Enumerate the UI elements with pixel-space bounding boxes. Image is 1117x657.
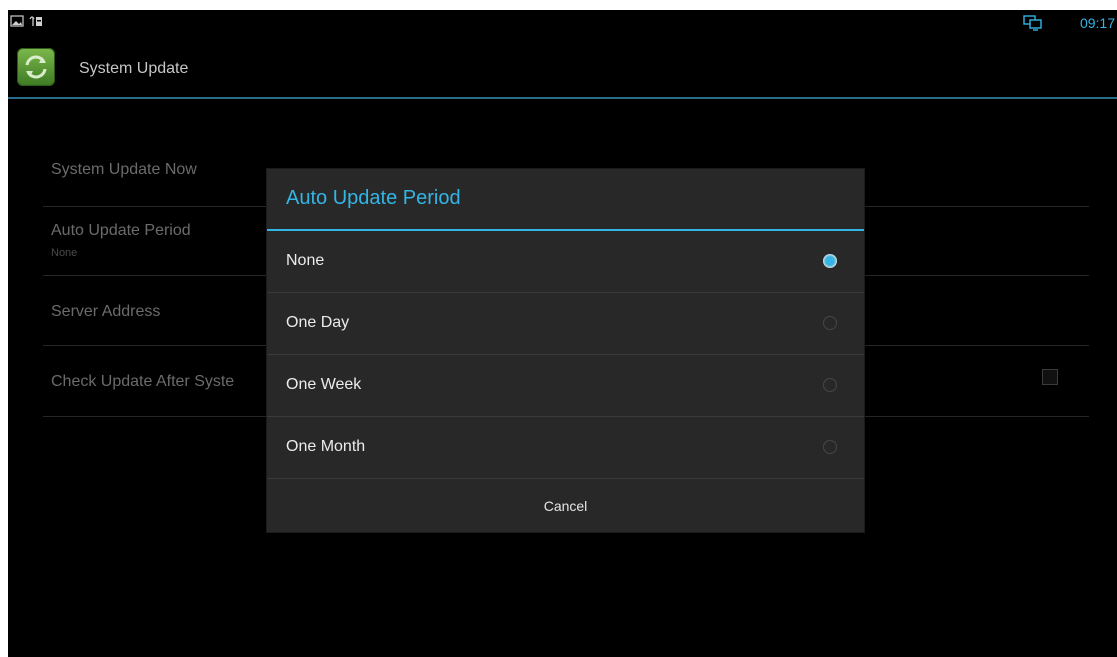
dialog-title: Auto Update Period	[286, 187, 461, 209]
radio-unselected-icon[interactable]	[823, 316, 837, 330]
option-one-month[interactable]: One Month	[267, 417, 864, 479]
android-screen: 09:17 System Update System Update Now Au…	[8, 10, 1117, 657]
radio-selected-icon[interactable]	[823, 254, 837, 268]
auto-update-period-dialog: Auto Update Period None One Day One Week…	[267, 169, 864, 532]
option-one-day[interactable]: One Day	[267, 293, 864, 355]
cancel-button[interactable]: Cancel	[267, 480, 864, 532]
option-label: One Day	[286, 314, 350, 331]
option-label: None	[286, 252, 325, 269]
option-label: One Week	[286, 376, 362, 393]
option-none[interactable]: None	[267, 231, 864, 293]
option-label: One Month	[286, 438, 366, 455]
radio-unselected-icon[interactable]	[823, 440, 837, 454]
radio-unselected-icon[interactable]	[823, 378, 837, 392]
option-one-week[interactable]: One Week	[267, 355, 864, 417]
